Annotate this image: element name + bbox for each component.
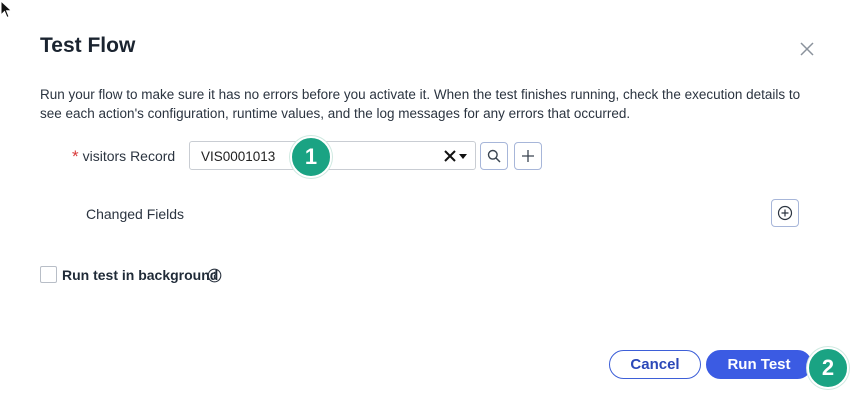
run-test-button[interactable]: Run Test — [706, 350, 812, 379]
required-indicator: * — [72, 147, 79, 166]
step-1-badge: 1 — [290, 136, 332, 178]
add-changed-field-button[interactable] — [771, 199, 799, 227]
cancel-button[interactable]: Cancel — [609, 350, 701, 379]
run-in-background-checkbox[interactable] — [40, 266, 57, 283]
plus-circle-icon — [777, 205, 793, 221]
record-reference-input[interactable]: VIS0001013 — [189, 141, 476, 170]
close-icon[interactable] — [797, 39, 817, 59]
clear-icon[interactable] — [443, 149, 457, 163]
record-input-value[interactable]: VIS0001013 — [201, 149, 275, 164]
search-icon — [487, 149, 501, 163]
dialog-description: Run your flow to make sure it has no err… — [40, 87, 801, 121]
changed-fields-label: Changed Fields — [86, 206, 185, 222]
add-record-button[interactable] — [514, 142, 542, 170]
test-flow-dialog: Test Flow Run your flow to make sure it … — [0, 0, 852, 416]
lookup-search-button[interactable] — [480, 142, 508, 170]
mouse-pointer-icon — [0, 0, 13, 19]
dialog-title: Test Flow — [40, 34, 136, 57]
run-in-background-label[interactable]: Run test in background — [62, 267, 218, 283]
info-icon[interactable] — [207, 268, 222, 283]
step-2-badge: 2 — [807, 347, 849, 389]
record-label-text: visitors Record — [82, 148, 176, 164]
record-field-label: * visitors Record — [72, 147, 175, 167]
plus-icon — [522, 150, 534, 162]
chevron-down-icon[interactable] — [459, 154, 467, 159]
